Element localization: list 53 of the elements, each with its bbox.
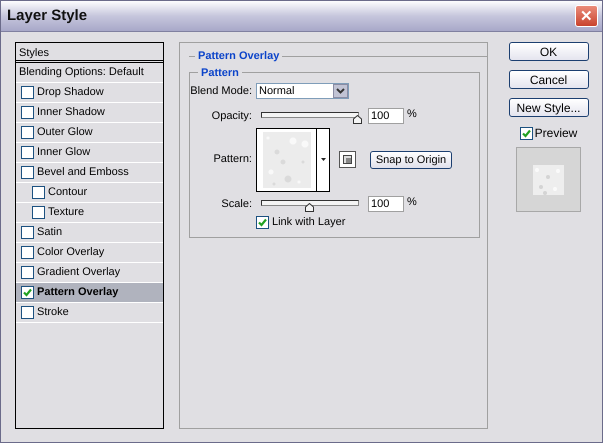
checkmark-icon	[520, 128, 532, 138]
list-header: Styles	[16, 43, 163, 63]
link-with-layer-checkbox[interactable]: Link with Layer	[256, 214, 346, 230]
field-label: Scale:	[220, 196, 252, 212]
section-title: Pattern Overlay	[197, 49, 280, 64]
group-title: Pattern	[200, 66, 240, 80]
dialog-button[interactable]: Cancel	[508, 70, 588, 89]
unit-label: %	[407, 194, 417, 210]
checkbox[interactable]	[32, 186, 45, 199]
checkbox[interactable]	[21, 106, 34, 119]
style-item[interactable]: Inner Glow	[16, 143, 163, 163]
checkbox[interactable]	[21, 126, 34, 139]
style-item[interactable]: Satin	[16, 223, 163, 243]
field-label: Blend Mode:	[190, 84, 252, 99]
style-item[interactable]: Color Overlay	[16, 243, 163, 263]
page-icon	[343, 155, 352, 164]
checkbox[interactable]	[21, 266, 34, 279]
style-item[interactable]: Blending Options: Default	[16, 63, 163, 83]
field-label: Pattern:	[212, 152, 252, 168]
blend-mode-dropdown[interactable]: Normal	[256, 83, 349, 99]
scale-slider-field[interactable]: 100	[368, 196, 404, 212]
slider-thumb[interactable]	[305, 203, 314, 212]
checkbox[interactable]	[21, 306, 34, 319]
style-item[interactable]: Contour	[16, 183, 163, 203]
checkbox[interactable]	[32, 206, 45, 219]
checkbox[interactable]	[21, 286, 34, 299]
style-item[interactable]: Pattern Overlay	[16, 283, 163, 303]
opacity-slider-field[interactable]: 100	[368, 108, 404, 124]
style-item[interactable]: Outer Glow	[16, 123, 163, 143]
checkbox[interactable]	[21, 146, 34, 159]
checkbox[interactable]	[21, 86, 34, 99]
style-item[interactable]: Drop Shadow	[16, 83, 163, 103]
window-title: Layer Style	[7, 6, 88, 26]
snap-to-origin-button[interactable]: Snap to Origin	[370, 150, 452, 168]
style-item[interactable]: Texture	[16, 203, 163, 223]
checkmark-icon	[22, 287, 33, 298]
dialog-button[interactable]: New Style...	[508, 98, 588, 117]
unit-label: %	[407, 106, 417, 122]
dialog-button[interactable]: OK	[508, 42, 588, 61]
new-preset-button[interactable]	[339, 151, 356, 168]
style-item[interactable]: Bevel and Emboss	[16, 163, 163, 183]
slider-thumb[interactable]	[353, 115, 362, 124]
style-item[interactable]: Inner Shadow	[16, 103, 163, 123]
caret-icon	[333, 84, 348, 98]
checkmark-icon	[257, 216, 268, 228]
checkbox[interactable]	[21, 166, 34, 179]
style-item[interactable]: Stroke	[16, 303, 163, 323]
dropdown-arrow-icon	[320, 158, 326, 161]
checkbox[interactable]	[21, 226, 34, 239]
checkbox[interactable]	[21, 246, 34, 259]
preview-checkbox[interactable]: Preview	[520, 124, 578, 142]
field-label: Opacity:	[210, 108, 252, 124]
pattern-picker[interactable]	[256, 128, 330, 192]
